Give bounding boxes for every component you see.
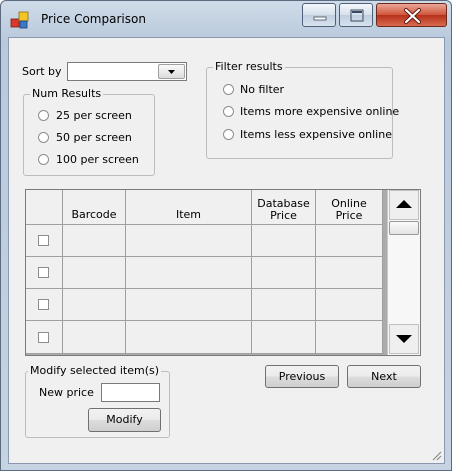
- radio-25-per-screen[interactable]: [38, 110, 49, 121]
- radio-50-per-screen[interactable]: [38, 132, 49, 143]
- scroll-down-icon: [396, 335, 412, 343]
- radio-100-label: 100 per screen: [56, 153, 139, 166]
- close-icon: [404, 8, 421, 24]
- scroll-up-icon: [396, 200, 412, 208]
- client-area: Sort by Num Results 25 per screen 50 per…: [8, 37, 445, 464]
- table-row[interactable]: [26, 257, 63, 289]
- cell-item[interactable]: [126, 225, 252, 257]
- scroll-up-button[interactable]: [389, 190, 419, 220]
- scroll-thumb[interactable]: [389, 221, 419, 235]
- window-title: Price Comparison: [41, 12, 146, 26]
- row-checkbox[interactable]: [38, 299, 49, 310]
- num-results-group: Num Results 25 per screen 50 per screen …: [23, 87, 155, 176]
- maximize-icon: [350, 9, 364, 22]
- sort-by-label: Sort by: [22, 65, 62, 78]
- table-row[interactable]: [26, 289, 63, 321]
- next-button[interactable]: Next: [347, 365, 421, 388]
- cell-online-price[interactable]: [316, 257, 383, 289]
- radio-25-label: 25 per screen: [56, 109, 132, 122]
- cell-item[interactable]: [126, 289, 252, 321]
- cell-barcode[interactable]: [63, 321, 126, 354]
- cell-database-price[interactable]: [252, 289, 316, 321]
- resize-grip-icon[interactable]: [430, 449, 442, 461]
- radio-less-expensive-label: Items less expensive online: [240, 128, 392, 141]
- items-grid[interactable]: Barcode Item Database Price Online Price: [25, 189, 421, 356]
- cell-item[interactable]: [126, 321, 252, 354]
- grid-header-item[interactable]: Item: [126, 190, 252, 225]
- grid-header-select: [26, 190, 63, 225]
- minimize-button[interactable]: [302, 3, 336, 27]
- new-price-label: New price: [39, 386, 94, 399]
- chevron-down-icon: [168, 70, 175, 74]
- sort-by-combo[interactable]: [67, 62, 187, 81]
- scroll-down-button[interactable]: [389, 324, 419, 354]
- cell-database-price[interactable]: [252, 257, 316, 289]
- cell-online-price[interactable]: [316, 225, 383, 257]
- close-button[interactable]: [376, 3, 447, 27]
- cell-barcode[interactable]: [63, 289, 126, 321]
- modify-group: Modify selected item(s) New price Modify: [25, 364, 170, 438]
- grid-vertical-scrollbar[interactable]: [387, 190, 420, 355]
- row-checkbox[interactable]: [38, 332, 49, 343]
- filter-results-group: Filter results No filter Items more expe…: [206, 60, 399, 159]
- radio-no-filter[interactable]: [223, 84, 234, 95]
- row-checkbox[interactable]: [38, 235, 49, 246]
- cell-online-price[interactable]: [316, 321, 383, 354]
- num-results-title: Num Results: [30, 87, 104, 100]
- window: Price Comparison Sort by Num Results 25 …: [0, 0, 452, 471]
- radio-50-label: 50 per screen: [56, 131, 132, 144]
- cell-online-price[interactable]: [316, 289, 383, 321]
- grid-header-database-price[interactable]: Database Price: [252, 190, 316, 225]
- previous-button[interactable]: Previous: [265, 365, 339, 388]
- cell-barcode[interactable]: [63, 225, 126, 257]
- table-row[interactable]: [26, 321, 63, 354]
- cell-database-price[interactable]: [252, 225, 316, 257]
- minimize-icon: [313, 16, 327, 21]
- grid-header-online-price[interactable]: Online Price: [316, 190, 383, 225]
- radio-no-filter-label: No filter: [240, 83, 285, 96]
- row-checkbox[interactable]: [38, 267, 49, 278]
- cell-item[interactable]: [126, 257, 252, 289]
- maximize-button[interactable]: [339, 3, 373, 27]
- title-bar[interactable]: Price Comparison: [1, 1, 451, 37]
- radio-more-expensive-online[interactable]: [223, 106, 234, 117]
- combo-dropdown-button[interactable]: [158, 64, 185, 79]
- filter-results-title: Filter results: [213, 60, 285, 73]
- radio-more-expensive-label: Items more expensive online: [240, 105, 400, 118]
- table-row[interactable]: [26, 225, 63, 257]
- cell-database-price[interactable]: [252, 321, 316, 354]
- app-icon: [10, 11, 29, 29]
- radio-less-expensive-online[interactable]: [223, 129, 234, 140]
- modify-group-title: Modify selected item(s): [28, 364, 162, 377]
- cell-barcode[interactable]: [63, 257, 126, 289]
- radio-100-per-screen[interactable]: [38, 154, 49, 165]
- new-price-input[interactable]: [101, 383, 160, 402]
- grid-header-barcode[interactable]: Barcode: [63, 190, 126, 225]
- modify-button[interactable]: Modify: [88, 408, 161, 432]
